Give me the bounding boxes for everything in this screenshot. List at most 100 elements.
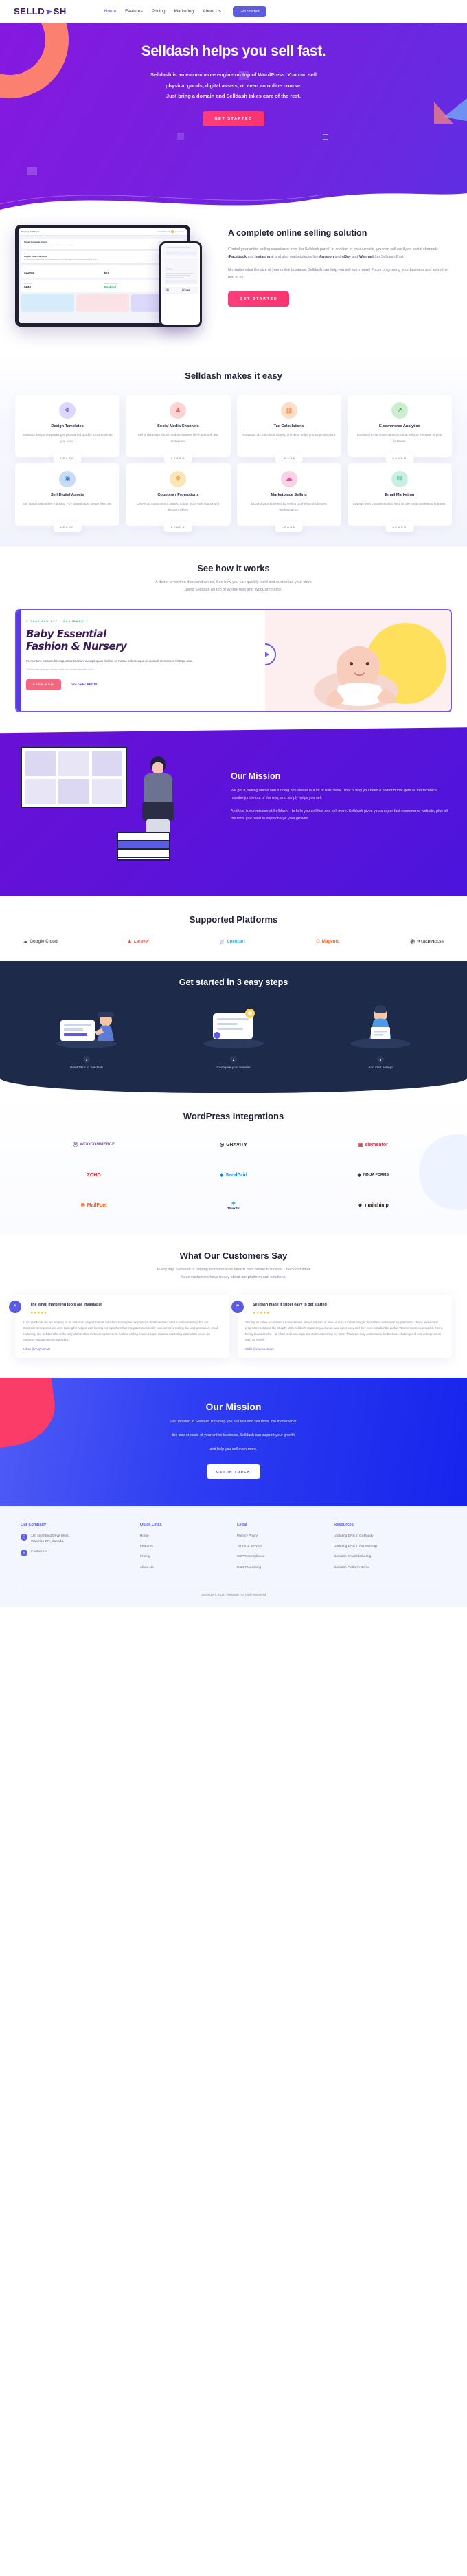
footer-link-home[interactable]: Home xyxy=(140,1534,230,1539)
hero-subtitle-line-3: Just bring a domain and Selldash takes c… xyxy=(166,93,301,100)
feature-card-social-media-channels[interactable]: ♟ Social Media Channels Sell on lucrativ… xyxy=(126,395,231,463)
step-label: Point DNS to Selldash xyxy=(70,1066,103,1070)
feature-card-tax-calculations[interactable]: ▥ Tax Calculations Automatic tax calcula… xyxy=(236,395,341,463)
feature-title: Email Marketing xyxy=(385,492,415,497)
hero-wave-divider xyxy=(0,193,467,217)
phone-stat-value: 151 xyxy=(165,289,170,293)
nav-item-about-us[interactable]: About Us xyxy=(203,9,221,14)
play-icon xyxy=(265,651,269,659)
nav-item-marketing[interactable]: Marketing xyxy=(174,9,194,14)
sp-ebay: eBay xyxy=(342,254,351,259)
learn-button[interactable]: LEARN xyxy=(275,521,304,532)
step-number: 1 xyxy=(83,1056,90,1064)
feature-title: E-commerce Analytics xyxy=(378,424,420,428)
footer-link-terms-of-service[interactable]: Terms of Service xyxy=(237,1544,327,1550)
feature-card-ecommerce-analytics[interactable]: ↗ E-commerce Analytics Essential e-comme… xyxy=(347,395,452,463)
thumbnail xyxy=(21,294,74,312)
footer-link-data-processing[interactable]: Data Processing xyxy=(237,1565,327,1571)
selldash-logo[interactable]: SELLD ➤ SH xyxy=(14,6,67,17)
learn-button[interactable]: LEARN xyxy=(53,452,82,463)
footer-link-pricing[interactable]: Pricing xyxy=(140,1554,230,1560)
footer-link-privacy-policy[interactable]: Privacy Policy xyxy=(237,1534,327,1539)
footer-link-features[interactable]: Features xyxy=(140,1544,230,1550)
platform-label: Google Cloud xyxy=(30,939,58,945)
feature-desc: Give your customers a reason to buy more… xyxy=(137,501,220,511)
learn-button[interactable]: LEARN xyxy=(163,452,192,463)
footer-contact-link[interactable]: ✉ Contact Us xyxy=(21,1550,133,1557)
hero-get-started-button[interactable]: GET STARTED xyxy=(203,111,264,126)
platform-label: opencart xyxy=(227,939,245,945)
footer-link-dns-namecheap[interactable]: Updating DNS in Namecheap xyxy=(334,1544,446,1550)
laravel-mark-icon: ◣ xyxy=(128,939,132,945)
thumbnail xyxy=(76,294,129,312)
footer-link-platform-demo[interactable]: Selldash Platform Demo xyxy=(334,1565,446,1571)
solution-get-started-button[interactable]: GET STARTED xyxy=(228,291,290,307)
learn-button[interactable]: LEARN xyxy=(385,452,414,463)
phone-badge: Pending xyxy=(165,268,173,271)
location-pin-icon: ⚲ xyxy=(21,1534,27,1541)
solution-paragraph-2: No matter what the size of your online b… xyxy=(228,267,448,280)
nav-item-home[interactable]: Home xyxy=(104,9,116,14)
testimonial-title: Selldash made it super easy to get start… xyxy=(253,1302,327,1307)
mailchimp-logo: ☻ mailchimp xyxy=(307,1196,440,1215)
footer-link-gdpr-compliance[interactable]: GDPR Compliance xyxy=(237,1554,327,1560)
feature-card-email-marketing[interactable]: ✉ Email Marketing Engage your customers … xyxy=(347,463,452,532)
step-1: 1 Point DNS to Selldash xyxy=(16,1000,157,1070)
demo-store-preview[interactable]: ⚑ FLAT 30% OFF + CASHBACK! * Baby Essent… xyxy=(15,609,452,713)
footer-heading: Legal xyxy=(237,1523,247,1528)
solution-paragraph-1: Control your entire selling experience f… xyxy=(228,246,452,261)
address-line-1: 180 Northfield Drive West, xyxy=(31,1534,69,1539)
nav-item-pricing[interactable]: Pricing xyxy=(152,9,166,14)
mailpoet-mark-icon: ✉ xyxy=(80,1203,85,1209)
filing-cabinet xyxy=(117,832,170,861)
testimonials-section: What Our Customers Say Every day, Sellda… xyxy=(0,1234,467,1378)
sp-facebook: Facebook xyxy=(229,254,247,259)
integration-label: GRAVITY xyxy=(226,1142,247,1147)
learn-button[interactable]: LEARN xyxy=(53,521,82,532)
footer-link-email-marketing[interactable]: Selldash Email Marketing xyxy=(334,1554,446,1560)
footer-heading: Resources xyxy=(334,1523,354,1528)
play-video-button[interactable] xyxy=(265,643,276,666)
get-in-touch-button[interactable]: GET IN TOUCH xyxy=(207,1464,260,1479)
how-subtitle-line-2: using Selldash on top of WordPress and W… xyxy=(185,588,282,592)
integration-label: elementor xyxy=(365,1142,388,1147)
mission-title: Our Mission xyxy=(231,771,281,782)
features-grid: ❖ Design Templates Beautiful design temp… xyxy=(0,395,467,532)
wordpress-integrations-section: WordPress Integrations ⓦ WOOCOMMERCE ◎ GRA… xyxy=(0,1093,467,1235)
feature-card-sell-digital-assets[interactable]: ◉ Sell Digital Assets Sell digital asset… xyxy=(15,463,120,532)
opencart-logo: 🛒 opencart xyxy=(220,939,245,945)
integration-label: mailchimp xyxy=(365,1202,389,1208)
feature-card-marketplace-selling[interactable]: ☁ Marketplace Selling Expand your busine… xyxy=(236,463,341,532)
ninja-mark-icon: ◈ xyxy=(357,1173,362,1178)
wall-frame xyxy=(21,747,127,809)
footer-link-about-us[interactable]: About Us xyxy=(140,1565,230,1571)
step-3-illustration xyxy=(310,1000,451,1050)
decorative-square-outline xyxy=(323,134,328,140)
wordpress-mark-icon: Ⓦ xyxy=(410,940,415,945)
feature-desc: Engage your customers with easy to use e… xyxy=(353,501,446,505)
dashboard-user-label: J. Lawrence xyxy=(175,230,184,233)
sp-f: (on Selldash Pro). xyxy=(373,254,405,259)
footer-link-dns-godaddy[interactable]: Updating DNS in GoDaddy xyxy=(334,1534,446,1539)
nav-item-features[interactable]: Features xyxy=(125,9,143,14)
contact-label: Contact Us xyxy=(31,1550,47,1554)
learn-button[interactable]: LEARN xyxy=(275,452,304,463)
learn-button[interactable]: LEARN xyxy=(163,521,192,532)
hero-section: Selldash helps you sell fast. Selldash i… xyxy=(0,23,467,217)
solution-section: Shipping / Fulfillment View Dashboard J.… xyxy=(0,217,467,355)
shop-now-button[interactable]: SHOP NOW xyxy=(26,679,61,691)
get-started-button[interactable]: Get Started xyxy=(232,5,266,17)
dashboard-view-link[interactable]: View Dashboard xyxy=(158,231,170,233)
feature-card-coupons-promotions[interactable]: ❖ Coupons / Promotions Give your custome… xyxy=(126,463,231,532)
cloud-icon: ☁ xyxy=(23,939,28,945)
elementor-logo: ▣ elementor xyxy=(307,1135,440,1154)
logo-text-right: SH xyxy=(53,6,67,16)
sp-c: ) and also marketplaces like xyxy=(272,254,320,259)
envelope-icon: ✉ xyxy=(391,470,408,487)
feature-card-design-templates[interactable]: ❖ Design Templates Beautiful design temp… xyxy=(15,395,120,463)
hero-title: Selldash helps you sell fast. xyxy=(141,43,326,59)
learn-button[interactable]: LEARN xyxy=(385,521,414,532)
puzzle-icon: ❖ xyxy=(59,402,76,419)
testimonial-cards: ” The email marketing tools are invaluab… xyxy=(0,1294,467,1358)
gift-icon: ❖ xyxy=(170,470,187,487)
